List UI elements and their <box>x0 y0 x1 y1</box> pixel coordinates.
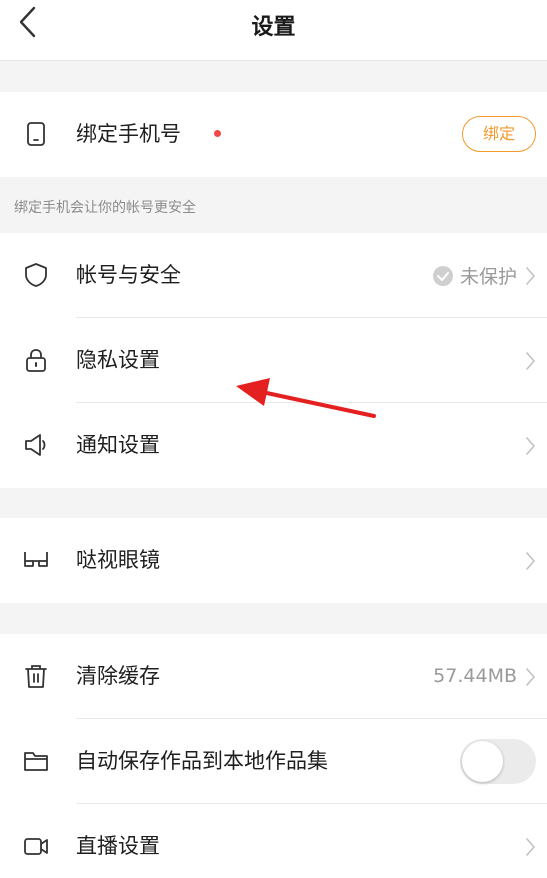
megaphone-icon <box>22 431 50 459</box>
shield-icon <box>22 261 50 289</box>
top-bar: 设置 <box>0 0 547 61</box>
bind-button[interactable]: 绑定 <box>462 116 536 152</box>
lock-icon <box>22 346 50 374</box>
bind-phone-hint: 绑定手机会让你的帐号更安全 <box>14 200 196 216</box>
page-title: 设置 <box>251 15 296 40</box>
chevron-right-icon <box>526 838 535 856</box>
chevron-right-icon <box>526 668 535 686</box>
auto-save-label: 自动保存作品到本地作品集 <box>76 749 328 773</box>
bind-phone-section: 绑定手机号 绑定 <box>0 92 547 177</box>
video-camera-icon <box>22 832 50 860</box>
folder-icon <box>22 747 50 775</box>
glasses-label: 哒视眼镜 <box>76 548 160 572</box>
toggle-knob <box>462 741 503 782</box>
privacy-settings-label: 隐私设置 <box>76 348 160 372</box>
phone-icon <box>22 120 50 148</box>
notification-settings-row[interactable]: 通知设置 <box>0 403 547 488</box>
notification-settings-label: 通知设置 <box>76 433 160 457</box>
account-security-label: 帐号与安全 <box>76 263 181 287</box>
notification-dot <box>214 130 221 137</box>
account-section: 帐号与安全 未保护 隐私设置 通知设置 <box>0 233 547 488</box>
chevron-right-icon <box>526 267 535 285</box>
glasses-row[interactable]: 哒视眼镜 <box>0 518 547 603</box>
auto-save-row: 自动保存作品到本地作品集 <box>0 719 547 804</box>
check-circle-icon <box>432 265 453 286</box>
clear-cache-row[interactable]: 清除缓存 57.44MB <box>0 634 547 719</box>
cache-size: 57.44MB <box>433 665 517 687</box>
glasses-icon <box>22 546 50 574</box>
glasses-section: 哒视眼镜 <box>0 518 547 603</box>
chevron-right-icon <box>526 437 535 455</box>
security-status: 未保护 <box>432 233 517 318</box>
bind-phone-label: 绑定手机号 <box>76 122 181 146</box>
bind-phone-row[interactable]: 绑定手机号 绑定 <box>0 92 547 177</box>
security-status-text: 未保护 <box>459 266 517 288</box>
chevron-right-icon <box>526 352 535 370</box>
privacy-settings-row[interactable]: 隐私设置 <box>0 318 547 403</box>
auto-save-toggle[interactable] <box>460 739 536 784</box>
live-settings-row[interactable]: 直播设置 <box>0 804 547 878</box>
trash-icon <box>22 662 50 690</box>
misc-section: 清除缓存 57.44MB 自动保存作品到本地作品集 直播设置 <box>0 634 547 878</box>
account-security-row[interactable]: 帐号与安全 未保护 <box>0 233 547 318</box>
chevron-right-icon <box>526 552 535 570</box>
clear-cache-label: 清除缓存 <box>76 664 160 688</box>
live-settings-label: 直播设置 <box>76 834 160 858</box>
